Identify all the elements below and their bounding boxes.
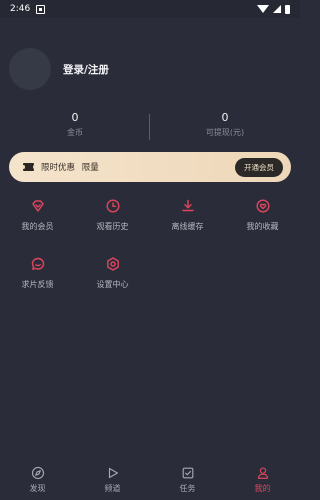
compass-icon <box>31 466 44 480</box>
ticket-icon <box>21 163 36 171</box>
user-icon <box>257 467 268 479</box>
bottom-tab-bar: 发现 频道 任务 我的 <box>0 460 300 500</box>
menu-row-2: 求片反馈 设置中心 <box>0 256 300 294</box>
profile-header[interactable]: 登录/注册 <box>0 42 300 96</box>
menu-grid: 我的会员 观看历史 离线缓存 我的收藏 求片反馈 设置中心 <box>0 198 300 314</box>
tab-mine-label: 我的 <box>254 484 271 493</box>
menu-label-membership: 我的会员 <box>21 222 54 231</box>
tab-mine[interactable]: 我的 <box>225 460 300 500</box>
menu-label-favorites: 我的收藏 <box>246 222 279 231</box>
task-icon <box>182 467 193 479</box>
stat-coins-label: 金币 <box>67 127 83 137</box>
menu-label-settings: 设置中心 <box>96 280 129 289</box>
tab-channel-label: 频道 <box>104 484 121 493</box>
menu-item-offline-cache[interactable]: 离线缓存 <box>150 198 225 236</box>
menu-item-favorites[interactable]: 我的收藏 <box>225 198 300 236</box>
stat-withdrawable-label: 可提现(元) <box>205 127 245 137</box>
download-icon <box>181 199 194 212</box>
status-time: 2:46 <box>10 4 31 14</box>
wifi-icon <box>257 5 269 13</box>
menu-item-history[interactable]: 观看历史 <box>75 198 150 236</box>
vip-banner[interactable]: 限时优惠 限量 开通会员 <box>9 152 291 182</box>
battery-icon <box>285 4 290 14</box>
menu-label-offline-cache: 离线缓存 <box>171 222 204 231</box>
tab-discover[interactable]: 发现 <box>0 460 75 500</box>
play-icon <box>108 467 118 479</box>
chat-icon <box>31 257 44 270</box>
menu-row-1: 我的会员 观看历史 离线缓存 我的收藏 <box>0 198 300 236</box>
open-vip-button[interactable]: 开通会员 <box>235 157 283 177</box>
avatar[interactable] <box>9 48 51 90</box>
menu-label-history: 观看历史 <box>96 222 129 231</box>
vip-promo-label: 限时优惠 <box>41 163 76 173</box>
status-right <box>257 4 290 14</box>
stat-withdrawable[interactable]: 0 可提现(元) <box>150 102 300 146</box>
notification-icon <box>36 4 46 14</box>
status-left: 2:46 <box>10 4 46 14</box>
stat-coins[interactable]: 0 金币 <box>0 102 150 146</box>
signal-icon <box>273 5 281 13</box>
menu-item-membership[interactable]: 我的会员 <box>0 198 75 236</box>
stat-coins-value: 0 <box>71 110 79 124</box>
menu-item-feedback[interactable]: 求片反馈 <box>0 256 75 294</box>
tab-tasks-label: 任务 <box>179 484 196 493</box>
login-register-link[interactable]: 登录/注册 <box>63 62 109 77</box>
menu-label-feedback: 求片反馈 <box>21 280 54 289</box>
stat-withdrawable-value: 0 <box>221 110 229 124</box>
vip-limited-label: 限量 <box>81 163 99 173</box>
tab-channel[interactable]: 频道 <box>75 460 150 500</box>
status-bar: 2:46 <box>0 0 300 18</box>
menu-item-settings[interactable]: 设置中心 <box>75 256 150 294</box>
vip-banner-text: 限时优惠 限量 <box>41 161 235 173</box>
tab-tasks[interactable]: 任务 <box>150 460 225 500</box>
stats-divider <box>149 114 150 140</box>
clock-icon <box>105 199 120 213</box>
stats-row: 0 金币 0 可提现(元) <box>0 102 300 146</box>
heart-icon <box>255 199 270 213</box>
gear-icon <box>106 257 119 271</box>
diamond-icon <box>31 200 44 212</box>
tab-discover-label: 发现 <box>29 484 46 493</box>
